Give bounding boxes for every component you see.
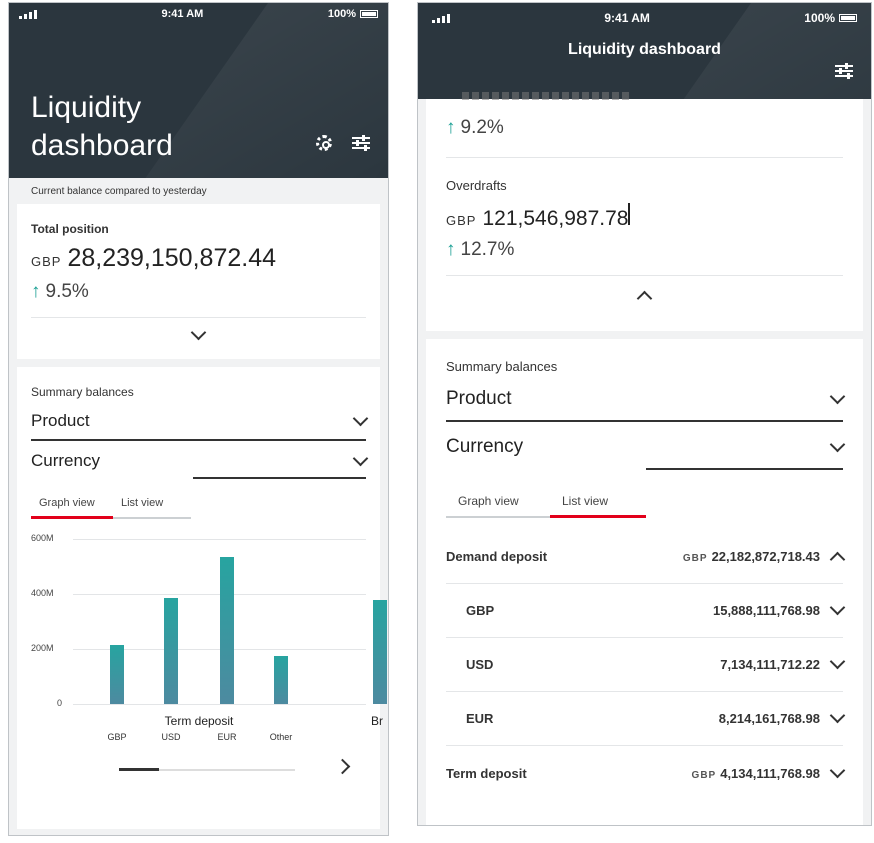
overdrafts-change: 12.7% [460, 239, 515, 260]
balances-bar-chart: 600M 400M 200M 0 GBP USD EUR Other Term deposit B… [31, 529, 387, 749]
chevron-down-icon [829, 599, 846, 616]
status-time: 9:41 AM [604, 11, 650, 25]
chevron-up-icon [829, 551, 846, 568]
page-title: Liquidity dashboard [31, 91, 173, 162]
tab-graph-view[interactable]: Graph view [31, 493, 113, 519]
summary-card: Summary balances Product Currency Graph … [17, 367, 387, 829]
group-label: Br [371, 714, 383, 728]
signal-icon [19, 9, 37, 19]
status-time: 9:41 AM [161, 8, 204, 20]
filter-icon[interactable] [835, 63, 853, 79]
x-tick-label: Other [269, 732, 293, 742]
currency-select[interactable]: Currency [446, 436, 846, 470]
overdrafts-amount: 121,546,987.78 [482, 207, 629, 230]
total-amount: 28,239,150,872.44 [67, 244, 277, 272]
summary-card: Summary balances Product Currency Graph … [426, 339, 863, 825]
product-select[interactable]: Product [446, 388, 846, 422]
bar [220, 556, 234, 704]
list-row-usd[interactable]: USD 7,134,111,712.22 [446, 638, 846, 692]
chevron-down-icon [829, 653, 846, 670]
summary-label: Summary balances [31, 385, 134, 399]
horizontal-scrollbar[interactable] [119, 768, 295, 771]
view-tabs: Graph view List view [31, 493, 191, 519]
total-position-card: Total position GBP 28,239,150,872.44 ↑ 9… [17, 204, 380, 359]
balance-caption: Current balance compared to yesterday [31, 186, 207, 197]
y-tick-label: 400M [31, 588, 54, 598]
chevron-down-icon [352, 450, 369, 466]
summary-label: Summary balances [446, 359, 558, 374]
chevron-down-icon [352, 410, 369, 426]
scroll-thumb[interactable] [119, 768, 159, 771]
signal-icon [432, 13, 450, 23]
scrolled-partial-amount [462, 92, 662, 100]
view-tabs: Graph view List view [446, 490, 646, 518]
chevron-down-icon [829, 762, 846, 778]
phone-screen-overview: 9:41 AM 100% Liquidity dashboard Current… [8, 2, 389, 836]
chevron-down-icon [829, 707, 846, 724]
partial-change: 9.2% [460, 117, 504, 138]
list-row-eur[interactable]: EUR 8,214,161,768.98 [446, 692, 846, 746]
chevron-down-icon [829, 388, 846, 404]
expand-chevron-icon[interactable] [190, 324, 207, 341]
bar [110, 644, 124, 704]
status-bar: 9:41 AM 100% [9, 3, 388, 25]
list-row-demand-deposit[interactable]: Demand deposit GBP 22,182,872,718.43 [446, 530, 846, 584]
gridline [73, 704, 366, 705]
status-bar: 9:41 AM 100% [418, 3, 871, 33]
collapse-chevron-icon[interactable] [636, 290, 653, 307]
header: 9:41 AM 100% Liquidity dashboard [9, 3, 388, 178]
tab-list-view[interactable]: List view [113, 493, 171, 517]
currency-select[interactable]: Currency [31, 450, 369, 479]
balances-list: Demand deposit GBP 22,182,872,718.43 GBP … [446, 530, 846, 800]
filter-icon[interactable] [352, 135, 370, 151]
total-currency: GBP [31, 254, 62, 269]
arrow-up-icon: ↑ [446, 117, 456, 138]
total-change: 9.5% [45, 281, 89, 302]
chevron-down-icon [829, 436, 846, 452]
arrow-up-icon: ↑ [31, 281, 41, 302]
y-tick-label: 600M [31, 533, 54, 543]
battery-icon [839, 14, 857, 22]
total-position-label: Total position [31, 222, 109, 236]
product-select[interactable]: Product [31, 410, 369, 441]
arrow-up-icon: ↑ [446, 239, 456, 260]
x-tick-label: EUR [217, 732, 237, 742]
settings-icon[interactable] [316, 135, 332, 151]
overdrafts-currency: GBP [446, 213, 477, 228]
phone-screen-detail: 9:41 AM 100% Liquidity dashboard ↑ 9.2% … [417, 2, 872, 826]
tab-graph-view[interactable]: Graph view [446, 490, 550, 516]
gridline [73, 539, 366, 540]
positions-card: ↑ 9.2% Overdrafts GBP 121,546,987.78 ↑ 1… [426, 92, 863, 331]
y-tick-label: 0 [57, 698, 63, 708]
x-tick-label: USD [161, 732, 181, 742]
header: 9:41 AM 100% Liquidity dashboard [418, 3, 871, 99]
bar [274, 655, 288, 704]
overdrafts-label: Overdrafts [446, 178, 507, 193]
list-row-term-deposit[interactable]: Term deposit GBP 4,134,111,768.98 [446, 746, 846, 800]
bar [164, 598, 178, 704]
page-title: Liquidity dashboard [568, 41, 721, 58]
bar [373, 599, 387, 704]
text-cursor [628, 203, 631, 225]
x-tick-label: GBP [107, 732, 127, 742]
y-tick-label: 200M [31, 643, 54, 653]
list-row-gbp[interactable]: GBP 15,888,111,768.98 [446, 584, 846, 638]
tab-list-view[interactable]: List view [550, 490, 646, 518]
battery-text: 100% [327, 8, 356, 20]
group-label: Term deposit [164, 714, 234, 728]
battery-text: 100% [804, 11, 835, 25]
battery-icon [359, 10, 378, 18]
chevron-right-icon[interactable] [334, 758, 351, 775]
